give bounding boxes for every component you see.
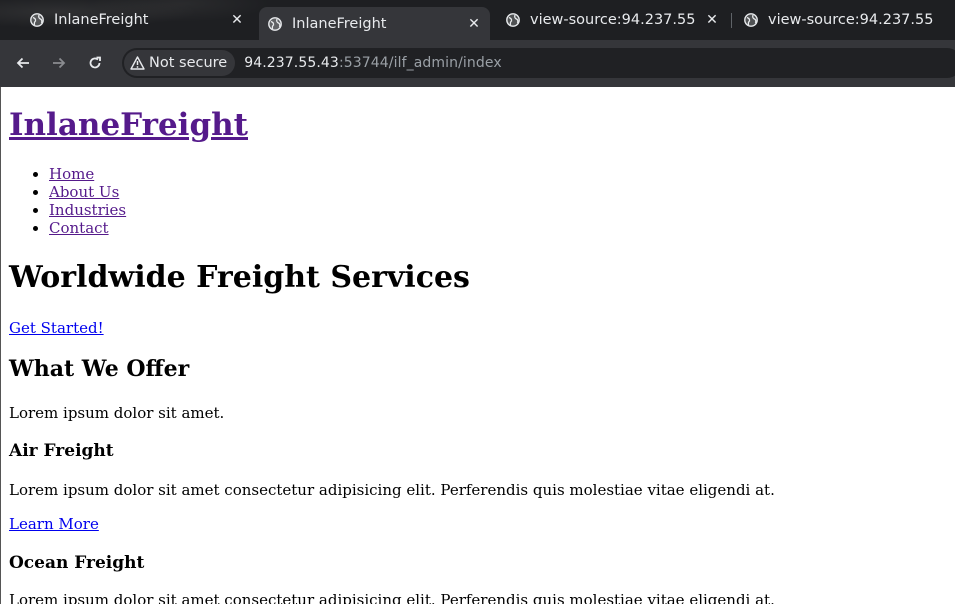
site-brand: InlaneFreight	[9, 107, 248, 143]
hero-title: Worldwide Freight Services	[9, 260, 470, 295]
nav-link-contact[interactable]: Contact	[49, 219, 109, 237]
close-icon[interactable]: ✕	[704, 12, 720, 28]
site-nav: Home About Us Industries Contact	[9, 165, 126, 237]
get-started-link[interactable]: Get Started!	[9, 319, 104, 337]
offer-text: Lorem ipsum dolor sit amet.	[9, 404, 225, 422]
tab-title: view-source:94.237.55	[768, 12, 934, 28]
nav-item: Home	[49, 165, 126, 183]
tab-strip: InlaneFreight ✕ InlaneFreight ✕ view-sou…	[0, 0, 955, 40]
nav-link-about[interactable]: About Us	[49, 183, 119, 201]
nav-item: Industries	[49, 201, 126, 219]
url-text[interactable]: 94.237.55.43:53744/ilf_admin/index	[244, 55, 501, 71]
service-title-air: Air Freight	[9, 441, 114, 461]
tab-title: InlaneFreight	[54, 12, 149, 28]
arrow-left-icon	[16, 57, 29, 69]
arrow-right-icon	[53, 57, 66, 69]
globe-icon	[744, 13, 758, 27]
tab-view-source-2[interactable]: view-source:94.237.55	[744, 0, 955, 40]
close-icon[interactable]: ✕	[466, 16, 482, 32]
tab-inlanefreight-1[interactable]: InlaneFreight ✕	[30, 0, 245, 40]
nav-item: About Us	[49, 183, 126, 201]
address-bar[interactable]: Not secure 94.237.55.43:53744/ilf_admin/…	[122, 48, 955, 78]
learn-more-link[interactable]: Learn More	[9, 515, 99, 533]
browser-chrome: InlaneFreight ✕ InlaneFreight ✕ view-sou…	[0, 0, 955, 87]
url-host: 94.237.55.43	[244, 55, 339, 71]
globe-icon	[30, 13, 44, 27]
globe-icon	[506, 13, 520, 27]
close-icon[interactable]: ✕	[229, 12, 245, 28]
tab-separator	[731, 13, 732, 28]
service-text-ocean: Lorem ipsum dolor sit amet consectetur a…	[9, 591, 775, 604]
reload-button[interactable]	[81, 49, 109, 77]
nav-link-home[interactable]: Home	[49, 165, 94, 183]
security-label: Not secure	[149, 55, 228, 71]
reload-icon	[89, 56, 101, 69]
service-title-ocean: Ocean Freight	[9, 553, 145, 573]
nav-link-industries[interactable]: Industries	[49, 201, 126, 219]
tab-title: InlaneFreight	[292, 15, 387, 32]
globe-icon	[268, 16, 282, 31]
offer-heading: What We Offer	[9, 356, 190, 382]
tab-view-source-1[interactable]: view-source:94.237.55 ✕	[506, 0, 720, 40]
browser-toolbar: Not secure 94.237.55.43:53744/ilf_admin/…	[0, 40, 955, 87]
web-page: InlaneFreight Home About Us Industries C…	[0, 87, 955, 604]
service-text-air: Lorem ipsum dolor sit amet consectetur a…	[9, 481, 775, 499]
tab-inlanefreight-2[interactable]: InlaneFreight ✕	[259, 7, 490, 40]
brand-link[interactable]: InlaneFreight	[9, 107, 248, 143]
back-button[interactable]	[9, 49, 37, 77]
forward-button[interactable]	[45, 49, 73, 77]
url-path: :53744/ilf_admin/index	[338, 55, 502, 71]
security-chip[interactable]: Not secure	[124, 50, 236, 76]
nav-item: Contact	[49, 219, 126, 237]
tab-title: view-source:94.237.55	[530, 12, 696, 28]
warning-icon	[130, 56, 145, 70]
